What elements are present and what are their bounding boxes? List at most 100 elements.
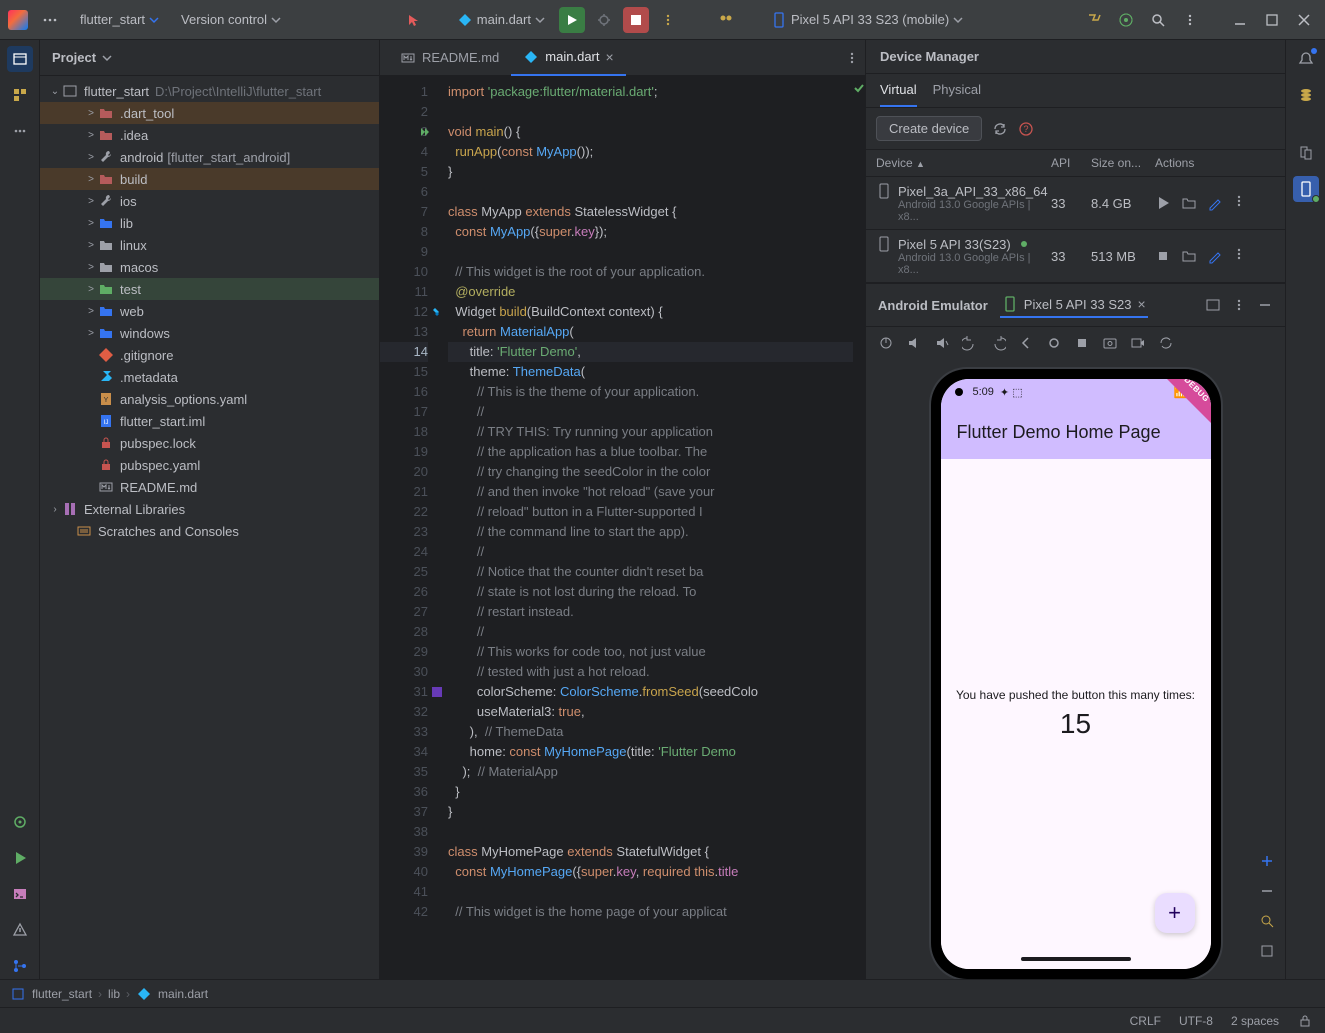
close-icon[interactable]: × <box>606 49 614 65</box>
device-manager-button[interactable] <box>1293 140 1319 166</box>
debug-button[interactable] <box>591 7 617 33</box>
terminal-tool-button[interactable] <box>7 881 33 907</box>
tree-item[interactable]: >linux <box>40 234 379 256</box>
close-icon[interactable]: × <box>1137 296 1145 312</box>
more-icon[interactable] <box>1233 195 1245 207</box>
tree-item[interactable]: .metadata <box>40 366 379 388</box>
emulator-tab[interactable]: Pixel 5 API 33 S23 × <box>1000 292 1148 318</box>
rotate-left-icon[interactable] <box>962 335 978 351</box>
error-stripe[interactable] <box>853 76 865 979</box>
nav-pill[interactable] <box>1021 957 1131 961</box>
crumb[interactable]: flutter_start <box>32 987 92 1001</box>
folder-icon[interactable] <box>1181 195 1197 211</box>
home-icon[interactable] <box>1046 335 1062 351</box>
tree-item[interactable]: >.idea <box>40 124 379 146</box>
play-icon[interactable] <box>1155 195 1171 211</box>
more-actions-button[interactable] <box>655 7 681 33</box>
vcs-tool-button[interactable] <box>7 953 33 979</box>
screenshot-icon[interactable] <box>1102 335 1118 351</box>
stop-button[interactable] <box>623 7 649 33</box>
project-tree[interactable]: ⌄ flutter_start D:\Project\IntelliJ\flut… <box>40 76 379 979</box>
window-icon[interactable] <box>1205 297 1221 313</box>
rotate-right-icon[interactable] <box>990 335 1006 351</box>
overview-icon[interactable] <box>1074 335 1090 351</box>
edit-icon[interactable] <box>1207 248 1223 264</box>
tree-item[interactable]: >build <box>40 168 379 190</box>
run-config-dropdown[interactable]: main.dart <box>449 8 553 32</box>
emulator-button[interactable] <box>1293 176 1319 202</box>
tree-item[interactable]: IJflutter_start.iml <box>40 410 379 432</box>
zoom-in-icon[interactable] <box>1259 853 1275 869</box>
build-button[interactable] <box>1081 7 1107 33</box>
tree-root[interactable]: ⌄ flutter_start D:\Project\IntelliJ\flut… <box>40 80 379 102</box>
settings-button[interactable] <box>1177 7 1203 33</box>
tree-item[interactable]: .gitignore <box>40 344 379 366</box>
tree-item[interactable]: >test <box>40 278 379 300</box>
services-tool-button[interactable] <box>7 809 33 835</box>
tree-item[interactable]: >ios <box>40 190 379 212</box>
zoom-reset-icon[interactable] <box>1259 943 1275 959</box>
tab-virtual[interactable]: Virtual <box>880 82 917 107</box>
problems-tool-button[interactable] <box>7 917 33 943</box>
back-icon[interactable] <box>1018 335 1034 351</box>
tree-item[interactable]: pubspec.yaml <box>40 454 379 476</box>
encoding[interactable]: UTF-8 <box>1179 1014 1213 1028</box>
tree-item[interactable]: Yanalysis_options.yaml <box>40 388 379 410</box>
refresh-icon[interactable] <box>992 121 1008 137</box>
tree-item[interactable]: >web <box>40 300 379 322</box>
stop-icon[interactable] <box>1155 248 1171 264</box>
volume-down-icon[interactable] <box>934 335 950 351</box>
tree-item[interactable]: >android[flutter_start_android] <box>40 146 379 168</box>
device-dropdown[interactable]: Pixel 5 API 33 S23 (mobile) <box>763 8 971 32</box>
more-tool-button[interactable] <box>7 118 33 144</box>
search-button[interactable] <box>1145 7 1171 33</box>
more-icon[interactable] <box>1233 248 1245 260</box>
crumb[interactable]: lib <box>108 987 120 1001</box>
vcs-dropdown[interactable]: Version control <box>173 8 289 31</box>
tree-item[interactable]: pubspec.lock <box>40 432 379 454</box>
tab-physical[interactable]: Physical <box>933 82 981 107</box>
tree-item[interactable]: >windows <box>40 322 379 344</box>
tree-item[interactable]: >macos <box>40 256 379 278</box>
flutter-inspector-button[interactable] <box>1113 7 1139 33</box>
lock-icon[interactable] <box>1297 1013 1313 1029</box>
tree-item[interactable]: >.dart_tool <box>40 102 379 124</box>
emulator-viewport[interactable]: 5:09 ✦ ⬚ 📶 ▮ Flutter Demo Home Page You … <box>866 359 1285 979</box>
close-button[interactable] <box>1291 7 1317 33</box>
scratches[interactable]: Scratches and Consoles <box>40 520 379 542</box>
settings-icon[interactable] <box>1158 335 1174 351</box>
editor-menu-button[interactable] <box>839 45 865 71</box>
device-row[interactable]: Pixel_3a_API_33_x86_64Android 13.0 Googl… <box>866 177 1285 230</box>
folder-icon[interactable] <box>1181 248 1197 264</box>
crumb[interactable]: main.dart <box>158 987 208 1001</box>
edit-icon[interactable] <box>1207 195 1223 211</box>
structure-tool-button[interactable] <box>7 82 33 108</box>
indent[interactable]: 2 spaces <box>1231 1014 1279 1028</box>
device-row[interactable]: Pixel 5 API 33(S23)Android 13.0 Google A… <box>866 230 1285 283</box>
power-icon[interactable] <box>878 335 894 351</box>
line-separator[interactable]: CRLF <box>1130 1014 1161 1028</box>
project-dropdown[interactable]: flutter_start <box>72 8 167 31</box>
project-tool-button[interactable] <box>7 46 33 72</box>
main-menu-button[interactable] <box>34 8 66 32</box>
more-icon[interactable] <box>1233 299 1245 311</box>
zoom-out-icon[interactable] <box>1259 883 1275 899</box>
chevron-down-icon[interactable] <box>102 53 112 63</box>
editor-body[interactable]: 1234567891011121314151617181920212223242… <box>380 76 865 979</box>
code-with-me-button[interactable] <box>713 7 739 33</box>
flutter-attach-button[interactable] <box>399 7 425 33</box>
volume-up-icon[interactable] <box>906 335 922 351</box>
help-icon[interactable]: ? <box>1018 121 1034 137</box>
minimize-icon[interactable] <box>1257 297 1273 313</box>
tree-item[interactable]: >lib <box>40 212 379 234</box>
maximize-button[interactable] <box>1259 7 1285 33</box>
editor-tab[interactable]: README.md <box>388 40 511 76</box>
run-tool-button[interactable] <box>7 845 33 871</box>
record-icon[interactable] <box>1130 335 1146 351</box>
database-tool-button[interactable] <box>1293 82 1319 108</box>
minimize-button[interactable] <box>1227 7 1253 33</box>
create-device-button[interactable]: Create device <box>876 116 982 141</box>
run-button[interactable] <box>559 7 585 33</box>
notifications-button[interactable] <box>1293 46 1319 72</box>
fab-add-button[interactable]: + <box>1155 893 1195 933</box>
